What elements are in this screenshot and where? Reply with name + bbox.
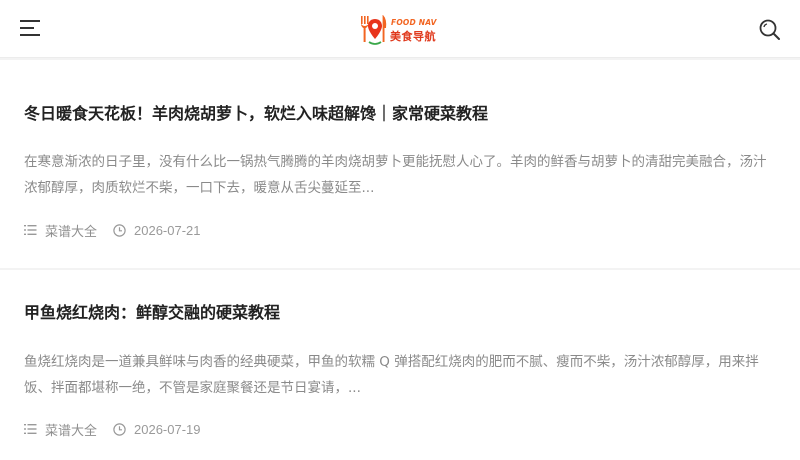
article-title[interactable]: 冬日暖食天花板！羊肉烧胡萝卜，软烂入味超解馋｜家常硬菜教程	[24, 100, 488, 124]
site-logo[interactable]: FOOD NAV 美食导航	[358, 12, 444, 48]
search-icon	[759, 19, 780, 40]
list-icon	[24, 424, 37, 434]
category-label: 菜谱大全	[45, 423, 98, 439]
fork-pin-logo-icon	[361, 15, 387, 45]
clock-icon	[113, 422, 126, 436]
logo-chinese-text: 美食导航	[390, 30, 436, 43]
category-link[interactable]: 菜谱大全	[24, 420, 97, 439]
date-text: 2026-07-19	[134, 421, 201, 437]
category-link[interactable]: 菜谱大全	[24, 221, 97, 240]
article-title[interactable]: 甲鱼烧红烧肉：鲜醇交融的硬菜教程	[24, 299, 280, 323]
category-label: 菜谱大全	[45, 224, 98, 240]
clock-icon	[113, 223, 126, 237]
list-icon	[24, 225, 37, 235]
date-text: 2026-07-21	[134, 222, 201, 238]
article-meta: 菜谱大全 2026-07-21	[24, 221, 201, 240]
article-card[interactable]: 冬日暖食天花板！羊肉烧胡萝卜，软烂入味超解馋｜家常硬菜教程 在寒意渐浓的日子里，…	[0, 60, 800, 268]
article-excerpt: 鱼烧红烧肉是一道兼具鲜味与肉香的经典硬菜，甲鱼的软糯 Q 弹搭配红烧肉的肥而不腻…	[24, 354, 759, 396]
search-button[interactable]	[758, 18, 782, 42]
menu-button[interactable]	[20, 18, 42, 38]
top-header: FOOD NAV 美食导航	[0, 0, 800, 58]
logo-english-text: FOOD NAV	[391, 18, 437, 27]
article-excerpt: 在寒意渐浓的日子里，没有什么比一锅热气腾腾的羊肉烧胡萝卜更能抚慰人心了。羊肉的鲜…	[24, 154, 767, 196]
article-card[interactable]: 甲鱼烧红烧肉：鲜醇交融的硬菜教程 鱼烧红烧肉是一道兼具鲜味与肉香的经典硬菜，甲鱼…	[0, 270, 800, 460]
article-meta: 菜谱大全 2026-07-19	[24, 420, 201, 439]
hamburger-menu-icon	[20, 20, 40, 36]
publish-date: 2026-07-19	[113, 422, 201, 437]
publish-date: 2026-07-21	[113, 223, 201, 238]
